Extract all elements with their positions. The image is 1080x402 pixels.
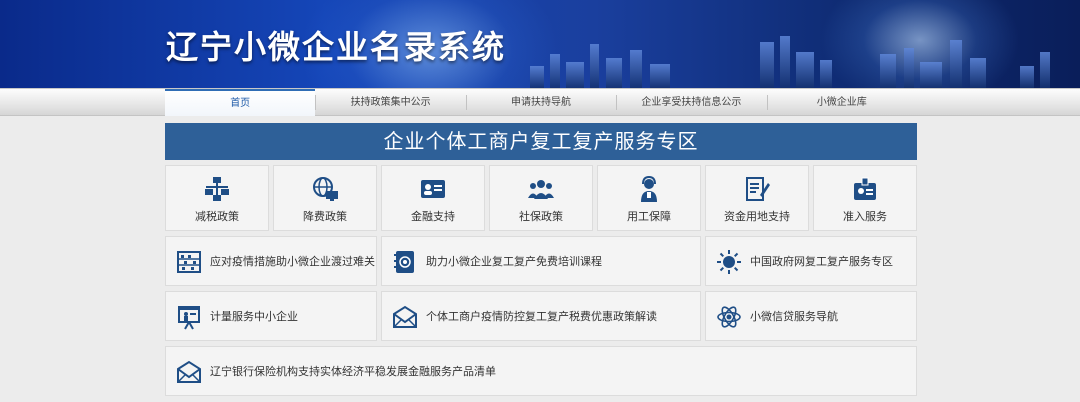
service-fee-reduction[interactable]: 降费政策	[273, 165, 377, 231]
id-card-icon	[421, 180, 445, 198]
nav-item-policy-publicity[interactable]: 扶持政策集中公示	[315, 89, 465, 116]
service-financial-support[interactable]: 金融支持	[381, 165, 485, 231]
link-epidemic-measures[interactable]: 应对疫情措施助小微企业渡过难关	[165, 236, 377, 286]
link-label: 中国政府网复工复产服务专区	[750, 255, 893, 268]
link-tax-policy-interpretation[interactable]: 个体工商户疫情防控复工复产税费优惠政策解读	[381, 291, 701, 341]
worker-headset-icon	[641, 175, 657, 202]
main-nav: 首页 扶持政策集中公示 申请扶持导航 企业享受扶持信息公示 小微企业库	[165, 89, 917, 116]
envelope-icon	[177, 360, 201, 383]
section-title: 企业个体工商户复工复产服务专区	[165, 123, 917, 160]
document-edit-icon	[746, 177, 770, 201]
site-title: 辽宁小微企业名录系统	[166, 28, 507, 66]
abacus-icon	[177, 251, 201, 273]
service-label: 准入服务	[843, 210, 887, 223]
link-label: 辽宁银行保险机构支持实体经济平稳发展金融服务产品清单	[210, 365, 496, 378]
link-training-courses[interactable]: 助力小微企业复工复产免费培训课程	[381, 236, 701, 286]
link-label: 计量服务中小企业	[210, 310, 298, 323]
presentation-board-icon	[178, 306, 200, 330]
people-group-icon	[528, 180, 554, 199]
link-gov-service-zone[interactable]: 中国政府网复工复产服务专区	[705, 236, 917, 286]
service-label: 资金用地支持	[724, 210, 790, 223]
badge-icon	[854, 177, 876, 200]
address-book-icon	[394, 251, 414, 273]
service-access[interactable]: 准入服务	[813, 165, 917, 231]
header-banner: 辽宁小微企业名录系统	[0, 0, 1080, 88]
service-label: 社保政策	[519, 210, 563, 223]
service-label: 金融支持	[411, 210, 455, 223]
service-funds-land[interactable]: 资金用地支持	[705, 165, 809, 231]
link-label: 助力小微企业复工复产免费培训课程	[426, 255, 602, 268]
link-credit-service[interactable]: 小微信贷服务导航	[705, 291, 917, 341]
service-label: 用工保障	[627, 210, 671, 223]
nav-item-apply-guide[interactable]: 申请扶持导航	[465, 89, 616, 116]
service-employment[interactable]: 用工保障	[597, 165, 701, 231]
nav-item-support-info[interactable]: 企业享受扶持信息公示	[616, 89, 766, 116]
globe-computer-icon	[313, 177, 338, 201]
nav-bar: 首页 扶持政策集中公示 申请扶持导航 企业享受扶持信息公示 小微企业库	[0, 88, 1080, 116]
link-label: 小微信贷服务导航	[750, 310, 838, 323]
service-label: 降费政策	[303, 210, 347, 223]
link-label: 个体工商户疫情防控复工复产税费优惠政策解读	[426, 310, 657, 323]
envelope-icon	[393, 305, 417, 328]
network-computers-icon	[205, 177, 229, 201]
service-label: 减税政策	[195, 210, 239, 223]
sun-icon	[717, 250, 741, 274]
service-tax-reduction[interactable]: 减税政策	[165, 165, 269, 231]
service-social-insurance[interactable]: 社保政策	[489, 165, 593, 231]
link-metrology-service[interactable]: 计量服务中小企业	[165, 291, 377, 341]
nav-item-home[interactable]: 首页	[165, 89, 316, 116]
link-bank-insurance-products[interactable]: 辽宁银行保险机构支持实体经济平稳发展金融服务产品清单	[165, 346, 917, 396]
link-label: 应对疫情措施助小微企业渡过难关	[210, 255, 375, 268]
banner-city-skyline	[520, 28, 1080, 88]
atom-icon	[717, 306, 741, 328]
nav-item-enterprise-library[interactable]: 小微企业库	[766, 89, 917, 116]
